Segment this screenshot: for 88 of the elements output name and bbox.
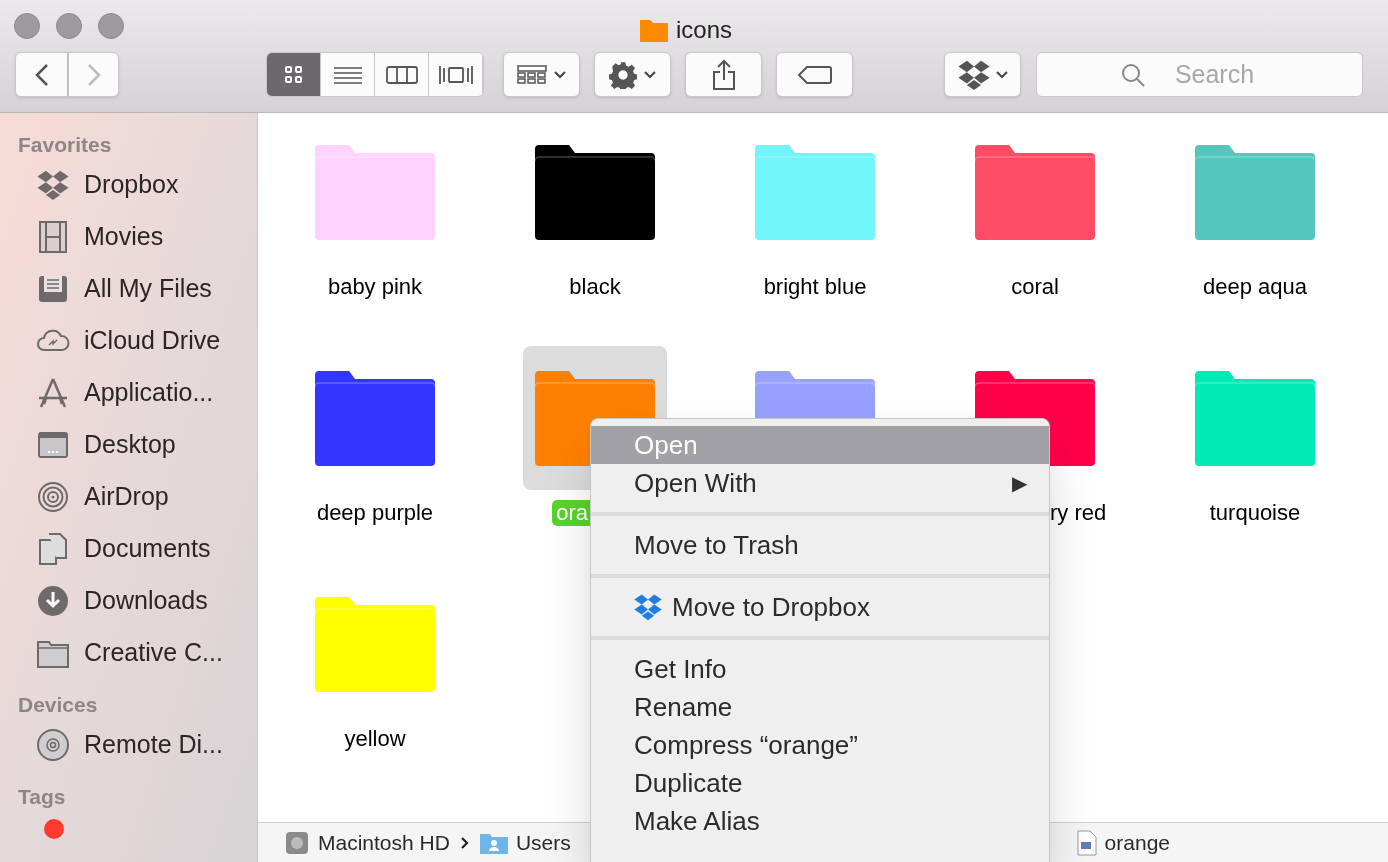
caret-icon xyxy=(552,69,567,80)
dropbox-button[interactable] xyxy=(944,52,1021,97)
folder-label: ry red xyxy=(1050,500,1107,526)
folder-label: black xyxy=(569,274,621,300)
search-icon xyxy=(1120,62,1146,88)
folder-label: turquoise xyxy=(1209,500,1301,526)
folder-label: ora xyxy=(552,500,590,526)
minimize-button[interactable] xyxy=(56,13,82,39)
menu-item-label: Get Info xyxy=(634,652,727,686)
cover-flow-icon xyxy=(437,63,474,86)
gear-icon xyxy=(608,60,637,89)
folder-label: deep purple xyxy=(316,500,434,526)
menu-item[interactable]: Move to Trash xyxy=(591,526,1049,564)
menu-item-label: Make Alias xyxy=(634,804,760,838)
menu-item[interactable]: Open With ▶ xyxy=(591,464,1049,502)
menu-item-label: Move to Dropbox xyxy=(672,590,870,624)
back-button[interactable] xyxy=(15,52,68,97)
menu-item[interactable]: Rename xyxy=(591,688,1049,726)
path-item[interactable]: orange xyxy=(1076,826,1170,859)
folder-label: baby pink xyxy=(327,274,423,300)
folder-icon xyxy=(640,18,668,42)
tags-button[interactable] xyxy=(776,52,853,97)
zoom-button[interactable] xyxy=(98,13,124,39)
folder-icon[interactable] xyxy=(315,370,435,466)
sidebar-item[interactable]: Remote Di... xyxy=(18,719,223,771)
menu-item-label: Open xyxy=(634,428,698,462)
chevron-right-icon xyxy=(459,835,470,850)
share-icon xyxy=(711,58,736,91)
documents-icon xyxy=(36,532,70,566)
action-button[interactable] xyxy=(594,52,671,97)
grid-icon xyxy=(282,63,305,86)
menu-item-label: Rename xyxy=(634,690,733,724)
user-folder-icon xyxy=(479,831,508,854)
sidebar-item[interactable]: iCloud Drive xyxy=(18,315,221,367)
sidebar-item[interactable]: Creative C... xyxy=(18,627,223,679)
view-mode-button[interactable] xyxy=(429,53,483,96)
submenu-arrow: ▶ xyxy=(1012,471,1027,496)
arrange-icon xyxy=(516,64,547,85)
menu-item[interactable]: Get Info xyxy=(591,650,1049,688)
menu-item-label: Open With xyxy=(634,466,757,500)
tag-icon xyxy=(796,64,833,85)
menu-item[interactable]: Compress “orange” xyxy=(591,726,1049,764)
airdrop-icon xyxy=(36,480,70,514)
dropbox-icon xyxy=(633,592,663,622)
share-button[interactable] xyxy=(685,52,762,97)
arrange-button[interactable] xyxy=(503,52,580,97)
view-mode-button[interactable] xyxy=(267,53,321,96)
sidebar-item[interactable]: Dropbox xyxy=(18,159,179,211)
menu-item-label: Compress “orange” xyxy=(634,728,858,762)
film-icon xyxy=(36,220,70,254)
app-store-icon xyxy=(36,376,70,410)
sidebar-item[interactable]: Movies xyxy=(18,211,164,263)
sidebar-item[interactable]: AirDrop xyxy=(18,471,169,523)
window-title: icons xyxy=(676,15,733,45)
menu-item[interactable]: Make Alias xyxy=(591,802,1049,840)
menu-item-label: Duplicate xyxy=(634,766,743,800)
menu-item-label: Move to Trash xyxy=(634,528,799,562)
chevron-left-icon xyxy=(34,62,49,87)
sidebar-heading: Devices xyxy=(18,692,98,718)
close-button[interactable] xyxy=(14,13,40,39)
folder-label: yellow xyxy=(344,726,406,752)
folder-label: bright blue xyxy=(763,274,867,300)
view-mode-button[interactable] xyxy=(375,53,429,96)
search-field[interactable]: Search xyxy=(1036,52,1363,97)
sidebar-heading: Favorites xyxy=(18,132,112,158)
download-icon xyxy=(36,584,70,618)
menu-item[interactable]: Move to Dropbox xyxy=(591,588,1049,626)
hard-drive-icon xyxy=(284,829,310,856)
sidebar-item[interactable]: All My Files xyxy=(18,263,212,315)
folder-label: coral xyxy=(1011,274,1059,300)
sidebar-item[interactable]: Downloads xyxy=(18,575,208,627)
path-item[interactable]: Macintosh HD xyxy=(284,826,450,859)
caret-icon xyxy=(994,69,1009,80)
sidebar-item[interactable]: Applicatio... xyxy=(18,367,214,419)
disc-icon xyxy=(36,728,70,762)
caret-icon xyxy=(642,69,657,80)
columns-icon xyxy=(385,63,418,86)
folder-label: deep aqua xyxy=(1203,274,1307,300)
dropbox-icon xyxy=(36,168,70,202)
menu-item[interactable]: Duplicate xyxy=(591,764,1049,802)
document-icon xyxy=(1076,829,1097,856)
sidebar-heading: Tags xyxy=(18,784,66,810)
chevron-right-icon xyxy=(86,62,101,87)
sidebar-item[interactable]: Desktop xyxy=(18,419,176,471)
folder-icon[interactable] xyxy=(535,144,655,240)
view-mode-button[interactable] xyxy=(321,53,375,96)
sidebar-item[interactable]: Documents xyxy=(18,523,211,575)
path-item[interactable]: Users xyxy=(479,826,571,859)
